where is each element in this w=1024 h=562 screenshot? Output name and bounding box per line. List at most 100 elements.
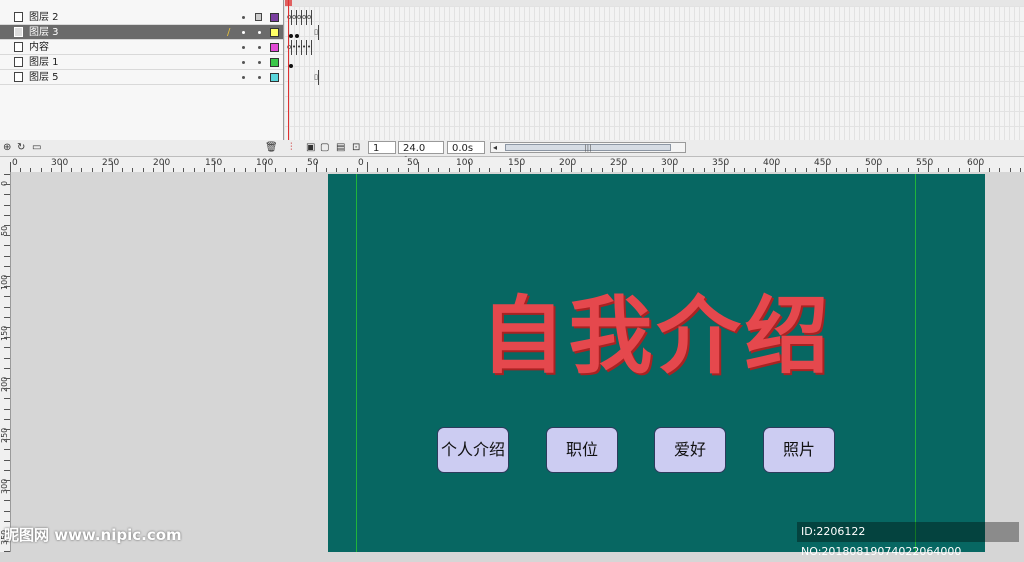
trash-icon[interactable]: 🗑 <box>265 142 278 154</box>
layer-icon <box>14 12 23 22</box>
ruler-tick <box>877 162 878 172</box>
playhead[interactable] <box>288 0 289 140</box>
photos-button[interactable]: 照片 <box>763 427 835 473</box>
ruler-tick <box>4 225 10 226</box>
center-frame-icon[interactable]: ⫶ <box>290 142 293 154</box>
ruler-tick <box>4 368 10 369</box>
ruler-tick <box>10 162 11 172</box>
ruler-label: 200 <box>559 158 577 168</box>
ruler-tick <box>4 347 10 348</box>
ruler-tick <box>163 162 164 172</box>
add-guide-layer-icon[interactable]: ↻ <box>17 142 25 154</box>
layer-row-4[interactable]: 图层 1 <box>0 55 283 70</box>
ruler-tick <box>724 162 725 172</box>
frame-rate-field[interactable]: 24.0 fps <box>398 141 444 167</box>
layer-icon <box>14 72 23 82</box>
ruler-tick <box>4 245 10 246</box>
lock-icon[interactable] <box>255 13 262 21</box>
ruler-tick <box>775 162 776 172</box>
layer-name: 图层 1 <box>29 57 59 68</box>
watermark-logo: 昵图网 www.nipic.com <box>4 526 182 544</box>
ruler-tick <box>367 162 368 172</box>
outline-color-swatch[interactable] <box>270 28 279 37</box>
layer-icon <box>14 57 23 67</box>
pencil-icon: / <box>227 27 231 38</box>
stage-title[interactable]: 自我介绍 <box>328 269 985 390</box>
stage-canvas[interactable]: 自我介绍 个人介绍 职位 爱好 照片 <box>328 174 985 552</box>
ruler-label: 0 <box>358 158 364 168</box>
ruler-tick <box>571 162 572 172</box>
ruler-tick <box>4 276 10 277</box>
lock-dot[interactable] <box>258 76 261 79</box>
onion-skin-icon[interactable]: ▣ <box>306 142 315 154</box>
ruler-tick <box>112 162 113 172</box>
layer-name: 图层 2 <box>29 12 59 23</box>
visibility-dot[interactable] <box>242 46 245 49</box>
visibility-dot[interactable] <box>242 61 245 64</box>
ruler-tick <box>4 378 10 379</box>
keyframe[interactable]: • <box>307 40 312 55</box>
timeline-panel: 图层 2 图层 3 / 内容 图层 1 图层 5 o o o o o o • •… <box>0 0 1024 141</box>
ruler-tick <box>4 174 10 175</box>
ruler-label: 600 <box>967 158 985 168</box>
ruler-tick <box>928 162 929 172</box>
layer-name: 图层 5 <box>29 72 59 83</box>
ruler-tick <box>4 337 10 338</box>
ruler-tick <box>214 162 215 172</box>
elapsed-time-field[interactable]: 0.0s <box>447 141 485 154</box>
current-frame-field[interactable]: 1 <box>368 141 396 154</box>
ruler-tick <box>4 449 10 450</box>
keyframe-dot[interactable] <box>289 64 293 68</box>
lock-dot[interactable] <box>258 31 261 34</box>
scroll-left-icon[interactable]: ◂ <box>493 142 497 154</box>
position-button[interactable]: 职位 <box>546 427 618 473</box>
intro-button[interactable]: 个人介绍 <box>437 427 509 473</box>
ruler-tick <box>4 194 10 195</box>
outline-color-swatch[interactable] <box>270 43 279 52</box>
ruler-tick <box>673 162 674 172</box>
ruler-label: 50 <box>407 158 419 168</box>
ruler-tick <box>316 162 317 172</box>
ruler-tick <box>4 480 10 481</box>
outline-color-swatch[interactable] <box>270 73 279 82</box>
ruler-label: 550 <box>916 158 934 168</box>
ruler-tick <box>4 266 10 267</box>
visibility-dot[interactable] <box>242 16 245 19</box>
keyframe-dot[interactable] <box>289 34 293 38</box>
lock-dot[interactable] <box>258 61 261 64</box>
layers-panel: 图层 2 图层 3 / 内容 图层 1 图层 5 <box>0 0 284 140</box>
frames-grid[interactable]: o o o o o o • • • • ▯ ▯ <box>284 6 1024 140</box>
modify-markers-icon[interactable]: ⊡ <box>352 142 360 154</box>
visibility-dot[interactable] <box>242 76 245 79</box>
ruler-tick <box>4 511 10 512</box>
visibility-dot[interactable] <box>242 31 245 34</box>
frame-end-marker: ▯ <box>314 70 319 85</box>
ruler-tick <box>61 162 62 172</box>
ruler-tick <box>4 521 10 522</box>
outline-color-swatch[interactable] <box>270 58 279 67</box>
layer-row-2[interactable]: 图层 3 / <box>0 25 283 40</box>
layer-row-5[interactable]: 图层 5 <box>0 70 283 85</box>
timeline-scrollbar[interactable]: ◂ ||| <box>490 142 686 153</box>
scrollbar-thumb[interactable]: ||| <box>505 144 671 152</box>
edit-multiple-frames-icon[interactable]: ▤ <box>336 142 345 154</box>
layer-row-3[interactable]: 内容 <box>0 40 283 55</box>
add-folder-icon[interactable]: ▭ <box>32 142 41 154</box>
add-layer-icon[interactable]: ⊕ <box>3 142 11 154</box>
ruler-tick <box>469 162 470 172</box>
ruler-tick <box>4 419 10 420</box>
lock-dot[interactable] <box>258 46 261 49</box>
layer-icon <box>14 27 23 37</box>
ruler-label: 250 <box>0 427 9 443</box>
outline-color-swatch[interactable] <box>270 13 279 22</box>
watermark-id: ID:2206122 NO:20180819074022064000 <box>797 522 1019 558</box>
layer-row-1[interactable]: 图层 2 <box>0 10 283 25</box>
ruler-label: 100 <box>0 274 9 290</box>
ruler-label: 500 <box>865 158 883 168</box>
keyframe[interactable]: o <box>307 10 312 25</box>
ruler-tick <box>4 327 10 328</box>
keyframe-dot[interactable] <box>295 34 299 38</box>
ruler-tick <box>4 358 10 359</box>
hobbies-button[interactable]: 爱好 <box>654 427 726 473</box>
onion-skin-outlines-icon[interactable]: ▢ <box>320 142 329 154</box>
